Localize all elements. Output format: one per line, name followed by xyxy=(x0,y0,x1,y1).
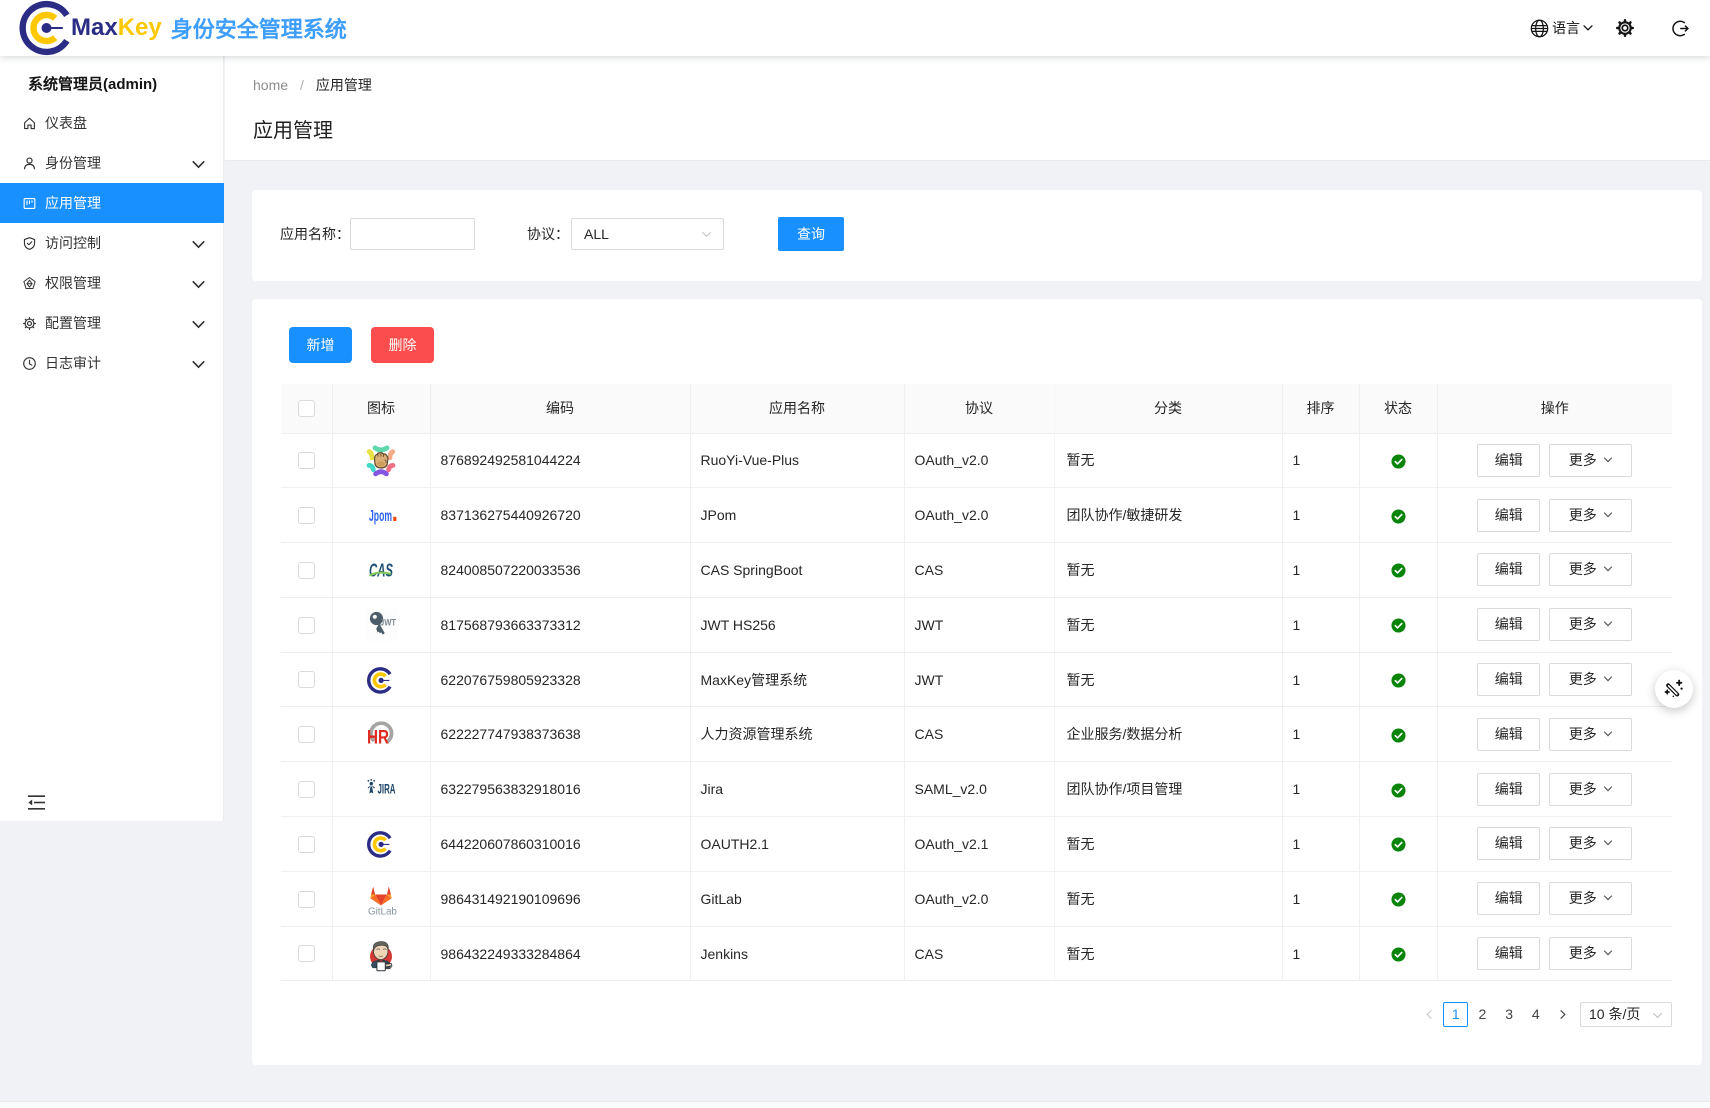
svg-text:HR: HR xyxy=(367,728,389,749)
svg-text:JIRA: JIRA xyxy=(378,782,396,797)
svg-text:JWT: JWT xyxy=(380,617,396,628)
svg-text:GitLab: GitLab xyxy=(368,906,397,917)
svg-text:Jpom: Jpom xyxy=(369,508,392,525)
svg-text:CAS: CAS xyxy=(369,560,393,580)
